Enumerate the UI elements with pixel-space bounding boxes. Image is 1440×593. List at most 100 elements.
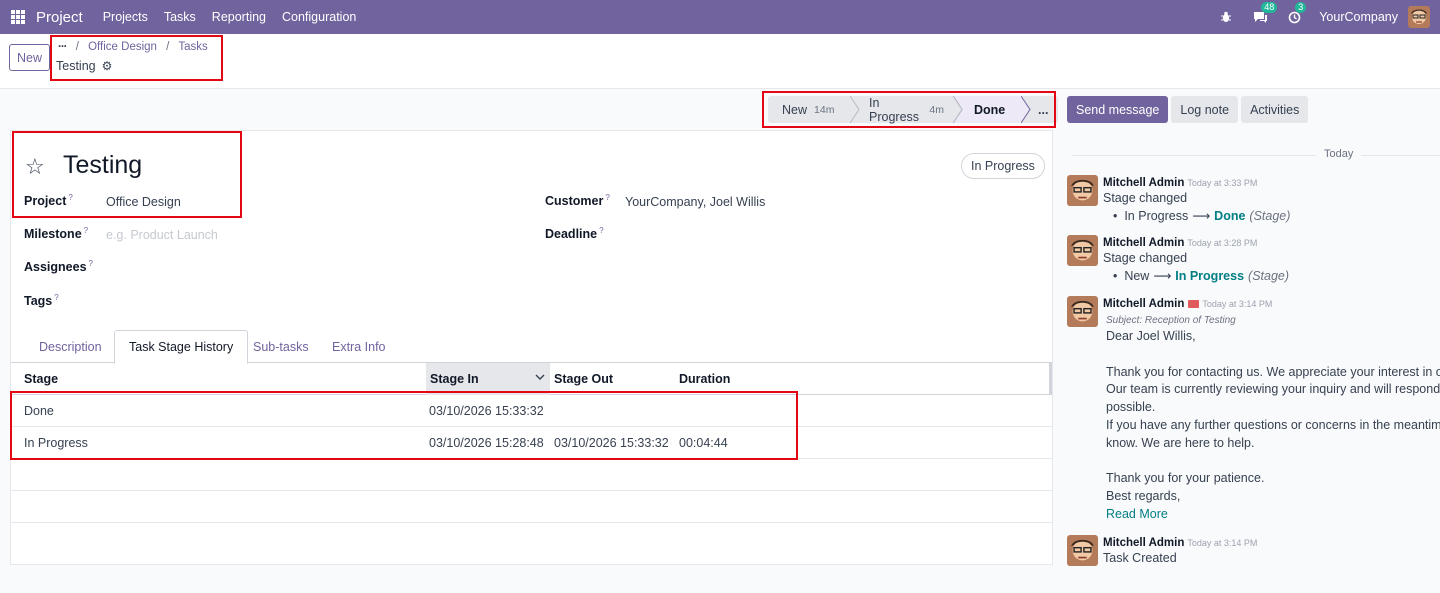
col-stage-in[interactable]: Stage In [426, 363, 550, 395]
help-mark[interactable]: ? [599, 226, 603, 235]
tracking-field: (Stage) [1248, 269, 1290, 283]
table-scroll-edge [1049, 363, 1052, 395]
help-mark[interactable]: ? [54, 293, 58, 302]
gear-icon[interactable]: ⚙ [102, 59, 113, 73]
stage-statusbar: New 14m In Progress 4m Done ... [768, 95, 1059, 124]
breadcrumb-project[interactable]: Office Design [88, 41, 157, 53]
help-mark[interactable]: ? [89, 259, 93, 268]
help-mark[interactable]: ? [605, 193, 609, 202]
col-stage-out[interactable]: Stage Out [541, 363, 666, 395]
tracking-new: In Progress [1175, 269, 1245, 283]
tab-description[interactable]: Description [25, 330, 116, 363]
message-text: Task Created [1103, 551, 1177, 565]
message-time: Today at 3:14 PM [1187, 538, 1258, 548]
breadcrumb-tasks[interactable]: Tasks [178, 41, 207, 53]
form-sheet: ☆ Testing In Progress Project? Office De… [10, 130, 1053, 565]
author-avatar[interactable] [1067, 235, 1098, 266]
tracking-old: New [1124, 269, 1150, 283]
customer-label-text: Customer [545, 194, 604, 209]
tab-task-stage-history[interactable]: Task Stage History [114, 330, 249, 364]
tracking-value: • In Progress ⟶ Done (Stage) [1113, 209, 1291, 223]
record-name: Testing ⚙ [56, 59, 112, 73]
cell-stage: Done [24, 404, 54, 418]
message-time: Today at 3:14 PM [1202, 299, 1273, 309]
new-button[interactable]: New [9, 44, 50, 71]
send-message-button[interactable]: Send message [1067, 96, 1169, 123]
read-more-link[interactable]: Read More [1106, 506, 1440, 524]
activities-button[interactable]: Activities [1241, 96, 1309, 123]
log-note-button[interactable]: Log note [1171, 96, 1239, 123]
stage-in-progress-duration: 4m [929, 103, 944, 116]
breadcrumb-more[interactable]: ··· [58, 41, 67, 53]
date-divider-label: Today [1316, 148, 1362, 160]
message-text: Stage changed [1103, 251, 1188, 265]
notebook-tabs: Description Task Stage History Sub-tasks… [11, 330, 1052, 364]
body-line: Thank you for contacting us. We apprecia… [1106, 364, 1440, 379]
body-line: Thank you for your patience. [1106, 471, 1265, 486]
message-author[interactable]: Mitchell Admin [1103, 177, 1184, 189]
author-avatar[interactable] [1067, 296, 1098, 327]
body-line: Dear Joel Willis, [1106, 329, 1196, 343]
author-avatar[interactable] [1067, 535, 1098, 566]
stage-done[interactable]: Done [953, 96, 1031, 123]
arrow-right-icon: ⟶ [1153, 269, 1172, 283]
stage-done-label: Done [974, 102, 1006, 117]
task-title[interactable]: Testing [63, 151, 142, 180]
menu-tasks[interactable]: Tasks [164, 10, 196, 24]
message-subject: Subject: Reception of Testing [1106, 315, 1236, 326]
project-field[interactable]: Office Design [106, 195, 181, 209]
customer-field[interactable]: YourCompany, Joel Willis [625, 195, 765, 209]
help-mark[interactable]: ? [68, 193, 72, 202]
message-author[interactable]: Mitchell Admin [1103, 537, 1184, 549]
cell-stage-out: 03/10/2026 15:33:32 [554, 436, 669, 450]
chatter-topbar: Send message Log note Activities [1067, 96, 1311, 123]
tab-extra-info[interactable]: Extra Info [318, 330, 400, 363]
top-navbar: Project Projects Tasks Reporting Configu… [0, 0, 1440, 34]
stage-in-progress-label: In Progress [869, 95, 920, 124]
user-avatar[interactable] [1408, 6, 1430, 28]
menu-projects[interactable]: Projects [103, 10, 148, 24]
messages-icon[interactable]: 48 [1252, 2, 1278, 25]
apps-grid-icon[interactable] [11, 10, 25, 24]
table-row[interactable]: In Progress 03/10/2026 15:28:48 03/10/20… [11, 427, 1052, 459]
control-panel: New ··· / Office Design / Tasks Testing … [0, 34, 1440, 89]
arrow-right-icon: ⟶ [1192, 209, 1211, 223]
stage-new-label: New [782, 102, 808, 117]
cell-stage: In Progress [24, 436, 88, 450]
col-stage[interactable]: Stage [11, 363, 426, 395]
tracking-new: Done [1214, 209, 1246, 223]
assignees-label: Assignees? [24, 259, 93, 274]
bug-icon[interactable] [1218, 9, 1234, 25]
app-brand[interactable]: Project [36, 9, 83, 26]
cell-stage-in: 03/10/2026 15:28:48 [429, 436, 544, 450]
message-author[interactable]: Mitchell Admin [1103, 237, 1184, 249]
body-line: possible. [1106, 400, 1156, 415]
tags-label: Tags? [24, 293, 59, 308]
stage-in-progress[interactable]: In Progress 4m [851, 95, 963, 124]
stage-new[interactable]: New 14m [768, 96, 860, 123]
company-switcher[interactable]: YourCompany [1319, 10, 1398, 24]
col-stage-in-label: Stage In [430, 372, 479, 386]
project-label: Project? [24, 193, 73, 208]
stage-new-duration: 14m [814, 103, 835, 116]
priority-star-icon[interactable]: ☆ [25, 154, 45, 180]
help-mark[interactable]: ? [84, 226, 88, 235]
customer-label: Customer? [545, 193, 610, 208]
col-duration[interactable]: Duration [666, 363, 816, 395]
menu-configuration[interactable]: Configuration [282, 10, 356, 24]
state-badge[interactable]: In Progress [961, 153, 1045, 179]
milestone-field[interactable]: e.g. Product Launch [106, 228, 218, 242]
table-row-empty [11, 491, 1052, 523]
author-avatar[interactable] [1067, 175, 1098, 206]
stage-history-table: Stage Stage In Stage Out Duration Done 0… [11, 363, 1052, 555]
table-row[interactable]: Done 03/10/2026 15:33:32 [11, 395, 1052, 427]
tab-sub-tasks[interactable]: Sub-tasks [239, 330, 323, 363]
message-time: Today at 3:28 PM [1187, 238, 1258, 248]
menu-reporting[interactable]: Reporting [212, 10, 266, 24]
activities-clock-icon[interactable]: 3 [1286, 2, 1307, 25]
table-row-empty [11, 523, 1052, 555]
project-label-text: Project [24, 194, 67, 209]
message-author[interactable]: Mitchell Admin [1103, 298, 1184, 310]
activities-badge: 3 [1295, 2, 1307, 13]
body-line: If you have any further questions or con… [1106, 417, 1440, 432]
